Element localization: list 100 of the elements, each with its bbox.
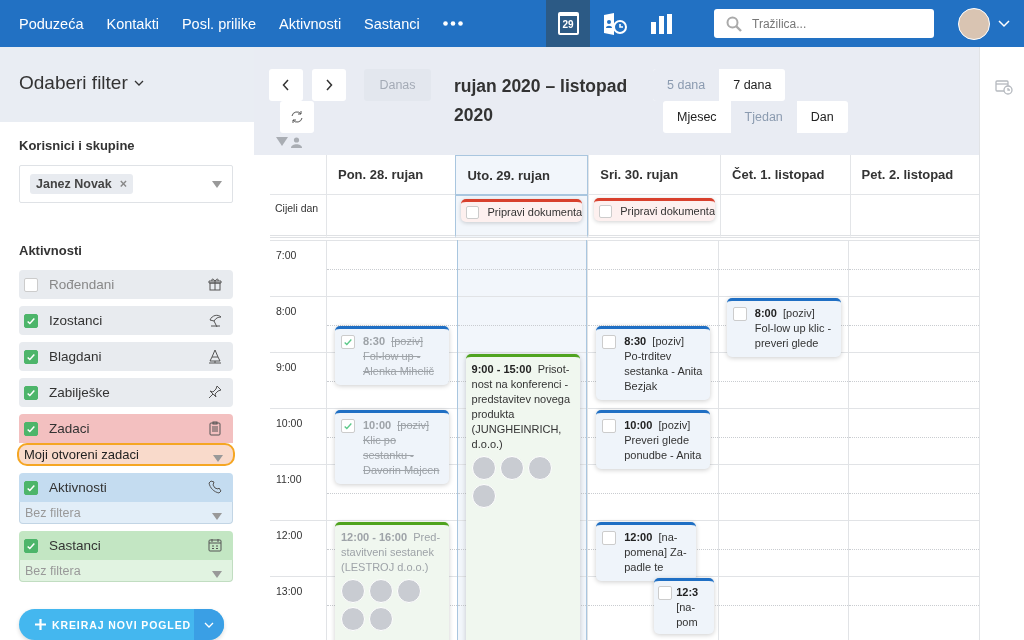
checkbox[interactable] — [24, 349, 38, 364]
dropdown-placeholder: Bez filtera — [25, 563, 82, 578]
filter-row[interactable]: Aktivnosti — [19, 473, 233, 502]
event-text: 12:00 [na-pomena] Za-padle te — [624, 530, 688, 575]
checkmark-icon — [26, 351, 36, 362]
checkmark-icon — [26, 482, 36, 493]
person-icon[interactable] — [291, 137, 302, 148]
nav-link[interactable]: Poduzeća — [19, 15, 84, 32]
filter-label: Rođendani — [49, 277, 116, 292]
refresh-button[interactable] — [280, 101, 314, 133]
segment-tab[interactable]: Mjesec — [663, 101, 731, 133]
section-label: Korisnici i skupine — [19, 138, 136, 153]
checkbox[interactable] — [24, 385, 38, 400]
refresh-icon — [290, 110, 304, 124]
hour-label: 11:00 — [276, 473, 302, 485]
user-avatar[interactable] — [958, 7, 990, 40]
search-field[interactable]: Tražilica... — [714, 9, 934, 38]
calendar-day: 29 — [562, 19, 574, 30]
segment-tab[interactable]: Dan — [796, 101, 848, 133]
dropdown-value: Moji otvoreni zadaci — [24, 447, 140, 462]
filter-row[interactable]: Izostanci — [19, 306, 233, 335]
dropdown-arrow-icon — [212, 571, 222, 578]
day-header[interactable]: Čet. 1. listopad — [720, 155, 850, 195]
all-day-task[interactable]: Pripravi dokumenta — [461, 199, 583, 222]
hour-label: 8:00 — [276, 305, 297, 317]
meeting-card[interactable]: 9:00 - 15:00 Prisot-nost na konferenci - predstavitev novega produkta (JUNGHEINRICH, d.o.o.) — [465, 354, 580, 640]
filter-row[interactable]: Zabilješke — [19, 378, 233, 407]
event-text: 12:00 - 16:00 Pred-stavitveni sestanek (LESTROJ d.o.o.) — [341, 530, 442, 575]
hour-label: 13:00 — [276, 585, 303, 597]
previous-button[interactable] — [269, 69, 303, 101]
nav-link[interactable]: Sastanci — [364, 15, 420, 32]
day-header[interactable]: Sri. 30. rujan — [588, 155, 721, 195]
segment-tab[interactable]: 7 dana — [719, 69, 786, 101]
filter-label: Aktivnosti — [49, 480, 108, 495]
more-icon[interactable] — [442, 21, 463, 26]
filter-row[interactable]: Sastanci — [19, 531, 233, 560]
attendee-avatar — [471, 484, 496, 508]
checkbox[interactable] — [602, 419, 617, 433]
checkbox[interactable] — [658, 586, 673, 600]
birthdays-icon — [208, 277, 222, 292]
filter-label: Izostanci — [49, 313, 104, 328]
app-switch-tab[interactable]: 29 — [546, 0, 590, 47]
filter-title[interactable]: Odaberi filter — [19, 71, 128, 94]
day-header[interactable]: Uto. 29. rujan — [455, 155, 589, 195]
event-text: 12:3 [na-pom — [676, 585, 700, 630]
nav-link[interactable]: Posl. prilike — [181, 15, 257, 32]
task-card[interactable]: 10:00 [poziv] Preveri glede ponudbe - Anita — [596, 410, 711, 469]
button-label: KREIRAJ NOVI POGLED — [52, 618, 192, 631]
checkbox[interactable] — [24, 421, 38, 436]
user-select[interactable]: Janez Novak × — [19, 165, 233, 203]
checkbox[interactable] — [466, 205, 480, 219]
attendee-avatar — [397, 579, 421, 603]
activities-icon — [208, 480, 222, 495]
plus-icon — [35, 619, 46, 630]
checkbox[interactable] — [24, 538, 38, 553]
checkmark-icon — [343, 421, 353, 431]
task-title: Pripravi dokumenta — [487, 206, 583, 218]
filter-label: Blagdani — [49, 349, 103, 364]
task-card[interactable]: 8:00 [poziv] Fol-low up klic - preveri glede — [726, 298, 841, 357]
contact-clock-icon — [602, 11, 628, 36]
chevron-right-icon — [325, 79, 333, 91]
checkbox[interactable] — [602, 335, 617, 349]
checkbox[interactable] — [24, 313, 38, 328]
event-text: 8:30 [poziv] Po-trditev sestanka - Anita Bezjak — [624, 334, 704, 394]
next-button[interactable] — [312, 69, 346, 101]
section-label: Aktivnosti — [19, 243, 83, 258]
checkbox[interactable] — [599, 204, 613, 218]
task-card[interactable]: 12:00 [na-pomena] Za-padle te — [596, 522, 697, 581]
chevron-down-icon — [204, 621, 214, 628]
filter-row[interactable]: Zadaci — [19, 414, 233, 443]
checkbox[interactable] — [24, 277, 38, 292]
checkmark-icon — [26, 315, 36, 326]
chip-label: Janez Novak — [36, 177, 112, 191]
bar-chart-icon — [651, 13, 673, 34]
attendee-avatar — [341, 579, 365, 603]
task-card[interactable]: 8:30 [poziv] Po-trditev sestanka - Anita Bezjak — [596, 326, 711, 400]
calendar-clock-icon[interactable] — [995, 79, 1013, 95]
checkmark-icon — [26, 387, 36, 398]
all-day-task[interactable]: Pripravi dokumenta — [594, 198, 716, 221]
all-day-label: Cijeli dan — [275, 202, 319, 214]
dropdown-arrow-icon — [213, 455, 223, 462]
task-card[interactable]: 12:3 [na-pom — [654, 578, 715, 634]
nav-link[interactable]: Aktivnosti — [279, 15, 342, 32]
filter-icon[interactable] — [276, 137, 288, 147]
checkbox[interactable] — [602, 531, 617, 545]
filter-dropdown[interactable]: Moji otvoreni zadaci — [17, 443, 235, 466]
checkmark-icon — [343, 337, 353, 347]
checkbox[interactable] — [341, 335, 355, 349]
chevron-down-icon[interactable] — [133, 79, 144, 86]
attendee-avatar — [369, 579, 393, 603]
checkbox[interactable] — [732, 307, 747, 321]
absences-icon — [208, 313, 222, 328]
checkmark-icon — [26, 540, 36, 551]
dropdown-toggle-button[interactable] — [194, 609, 224, 640]
checkbox[interactable] — [24, 480, 38, 495]
filter-row[interactable]: Blagdani — [19, 342, 233, 371]
checkbox[interactable] — [341, 419, 355, 433]
filter-label: Zabilješke — [49, 385, 111, 400]
nav-link[interactable]: Kontakti — [106, 15, 159, 32]
hour-label: 10:00 — [276, 417, 303, 429]
